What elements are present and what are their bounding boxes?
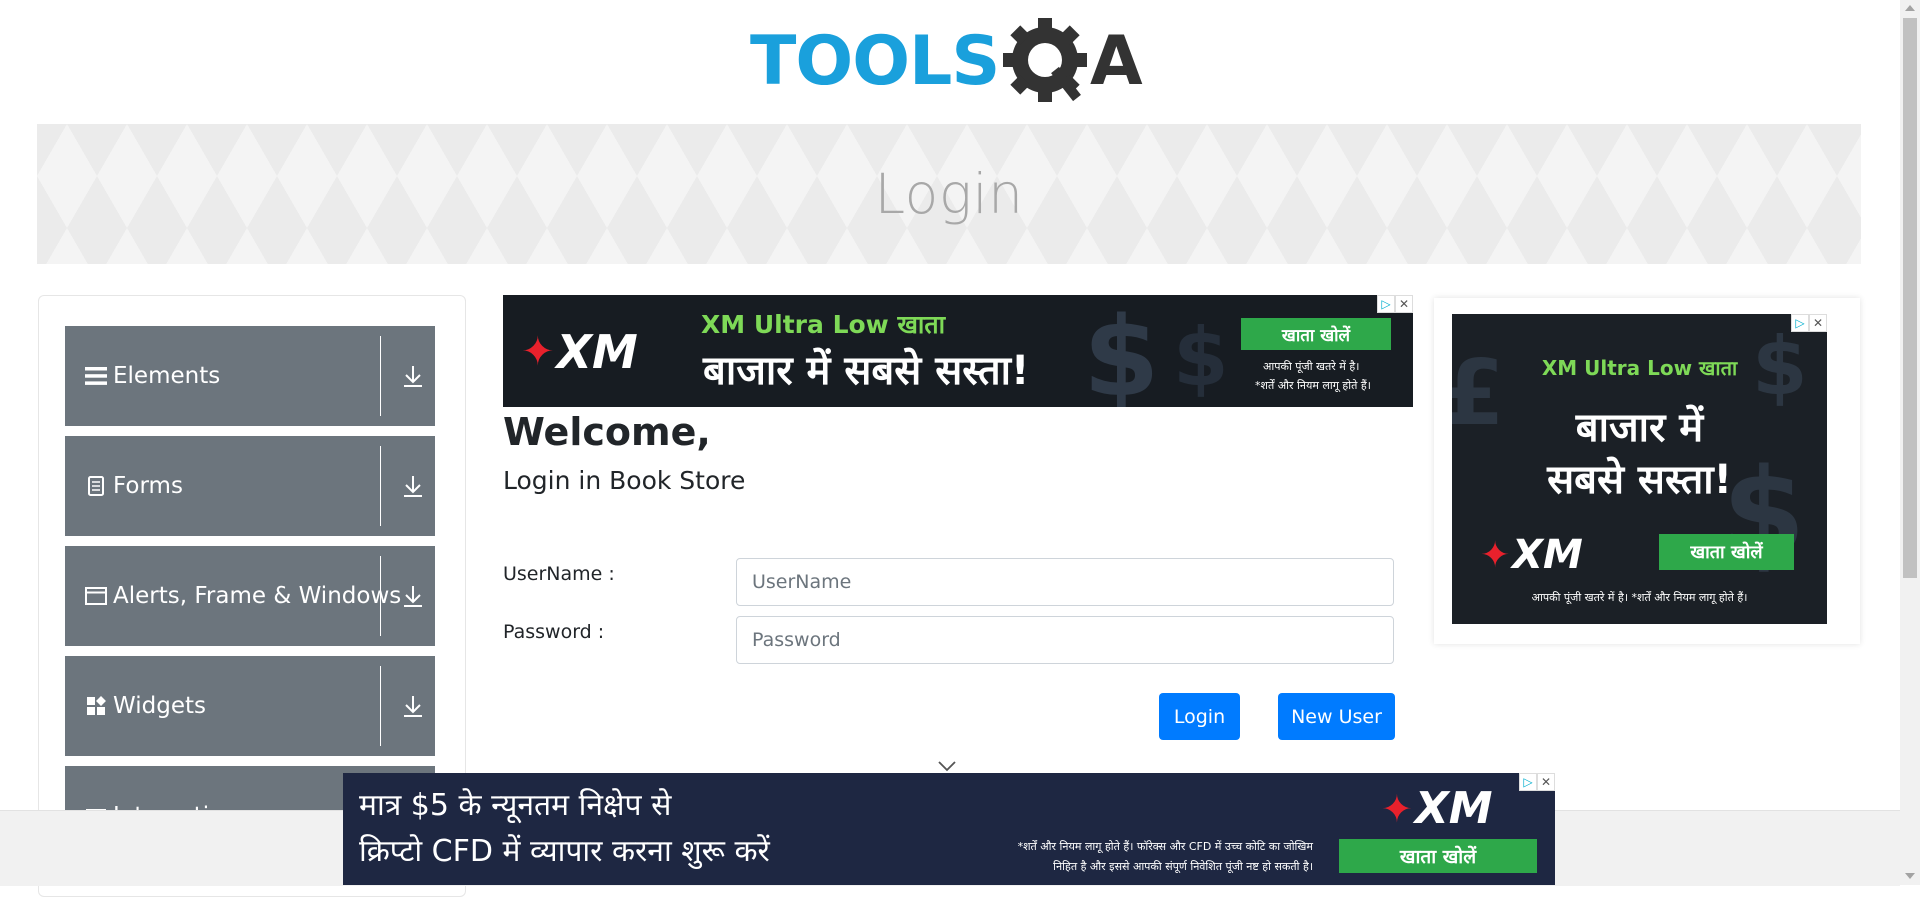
ad-cta-button[interactable]: खाता खोलें bbox=[1241, 318, 1391, 350]
xm-logo-mark: ✦ bbox=[1381, 786, 1413, 831]
page-banner: Login bbox=[37, 124, 1861, 264]
close-icon[interactable]: ✕ bbox=[1809, 314, 1827, 332]
adchoices-icon[interactable]: ▷ bbox=[1519, 773, 1537, 791]
password-label: Password : bbox=[503, 621, 605, 643]
login-subtitle: Login in Book Store bbox=[503, 466, 746, 495]
divider bbox=[380, 666, 381, 746]
ad-brand: XM bbox=[1512, 532, 1583, 578]
sidebar-group-elements[interactable]: Elements bbox=[65, 326, 435, 426]
ad-cta-button[interactable]: खाता खोलें bbox=[1659, 534, 1794, 570]
download-arrow-icon[interactable] bbox=[402, 364, 424, 388]
divider bbox=[380, 556, 381, 636]
hamburger-icon bbox=[85, 365, 107, 387]
divider bbox=[380, 336, 381, 416]
advertisement-right[interactable]: £ $ $ XM Ultra Low खाता बाजार में सबसे स… bbox=[1452, 314, 1827, 624]
xm-logo-mark: ✦ bbox=[521, 329, 555, 375]
divider bbox=[380, 446, 381, 526]
advertisement-bottom[interactable]: मात्र $5 के न्यूनतम निक्षेप से क्रिप्टो … bbox=[343, 773, 1555, 885]
toolsqa-logo[interactable]: TOOLS A bbox=[750, 18, 1155, 114]
scroll-down-arrow-icon[interactable] bbox=[1905, 873, 1915, 879]
close-icon[interactable]: ✕ bbox=[1395, 295, 1413, 313]
scroll-up-arrow-icon[interactable] bbox=[1905, 5, 1915, 11]
window-icon bbox=[85, 585, 107, 607]
gear-icon bbox=[1003, 18, 1087, 102]
username-input[interactable] bbox=[736, 558, 1394, 606]
page-title: Login bbox=[874, 162, 1024, 226]
advertisement-right-container: £ $ $ XM Ultra Low खाता बाजार में सबसे स… bbox=[1434, 298, 1860, 644]
ad-brand: XM bbox=[556, 325, 638, 379]
ad-disclaimer: निहित है और इससे आपकी संपूर्ण निवेशित पू… bbox=[1053, 860, 1313, 873]
ad-disclaimer: *शर्तें और नियम लागू होते हैं। bbox=[1255, 379, 1371, 392]
sidebar-group-forms[interactable]: Forms bbox=[65, 436, 435, 536]
login-button[interactable]: Login bbox=[1159, 693, 1240, 740]
sidebar-group-alerts[interactable]: Alerts, Frame & Windows bbox=[65, 546, 435, 646]
sidebar-group-label: Elements bbox=[113, 363, 221, 389]
download-arrow-icon[interactable] bbox=[402, 584, 424, 608]
ad-controls: ▷ ✕ bbox=[1519, 773, 1555, 791]
ad-line-1: मात्र $5 के न्यूनतम निक्षेप से bbox=[359, 788, 672, 823]
svg-text:$: $ bbox=[1173, 311, 1229, 404]
ad-headline: XM Ultra Low खाता bbox=[1541, 356, 1738, 380]
username-label: UserName : bbox=[503, 563, 615, 585]
ad-tagline: सबसे सस्ता! bbox=[1547, 457, 1732, 503]
ad-tagline: बाजार में सबसे सस्ता! bbox=[703, 348, 1030, 394]
advertisement-top[interactable]: $ $ ✦ XM XM Ultra Low खाता बाजार में सबस… bbox=[503, 295, 1413, 407]
logo-text-left: TOOLS bbox=[750, 22, 999, 101]
vertical-scrollbar[interactable] bbox=[1900, 0, 1920, 885]
widgets-icon bbox=[85, 695, 107, 717]
xm-logo-mark: ✦ bbox=[1480, 534, 1511, 576]
scrollbar-thumb[interactable] bbox=[1903, 18, 1917, 578]
sidebar-group-label: Alerts, Frame & Windows bbox=[113, 583, 402, 609]
ad-disclaimer: आपकी पूंजी खतरे में है। *शर्तें और नियम … bbox=[1531, 591, 1748, 604]
adchoices-icon[interactable]: ▷ bbox=[1377, 295, 1395, 313]
sidebar-group-widgets[interactable]: Widgets bbox=[65, 656, 435, 756]
sidebar-group-label: Widgets bbox=[113, 693, 206, 719]
chevron-down-icon[interactable] bbox=[937, 757, 957, 772]
ad-controls: ▷ ✕ bbox=[1377, 295, 1413, 313]
ad-line-2: क्रिप्टो CFD में व्यापार करना शुरू करें bbox=[359, 834, 770, 869]
document-icon bbox=[85, 475, 107, 497]
ad-disclaimer: आपकी पूंजी खतरे में है। bbox=[1263, 360, 1360, 373]
svg-text:$: $ bbox=[1083, 295, 1160, 407]
ad-disclaimer: *शर्तें और नियम लागू होते हैं। फॉरेक्स औ… bbox=[1017, 840, 1313, 853]
ad-brand: XM bbox=[1414, 783, 1493, 834]
adchoices-icon[interactable]: ▷ bbox=[1791, 314, 1809, 332]
download-arrow-icon[interactable] bbox=[402, 474, 424, 498]
ad-controls: ▷ ✕ bbox=[1791, 314, 1827, 332]
password-input[interactable] bbox=[736, 616, 1394, 664]
ad-cta-button[interactable]: खाता खोलें bbox=[1339, 839, 1537, 873]
sidebar-group-label: Forms bbox=[113, 473, 183, 499]
new-user-button[interactable]: New User bbox=[1278, 693, 1395, 740]
close-icon[interactable]: ✕ bbox=[1537, 773, 1555, 791]
download-arrow-icon[interactable] bbox=[402, 694, 424, 718]
ad-headline: XM Ultra Low खाता bbox=[701, 310, 946, 339]
ad-tagline: बाजार में bbox=[1575, 405, 1704, 451]
logo-text-right: A bbox=[1090, 22, 1143, 101]
welcome-heading: Welcome, bbox=[503, 410, 711, 454]
